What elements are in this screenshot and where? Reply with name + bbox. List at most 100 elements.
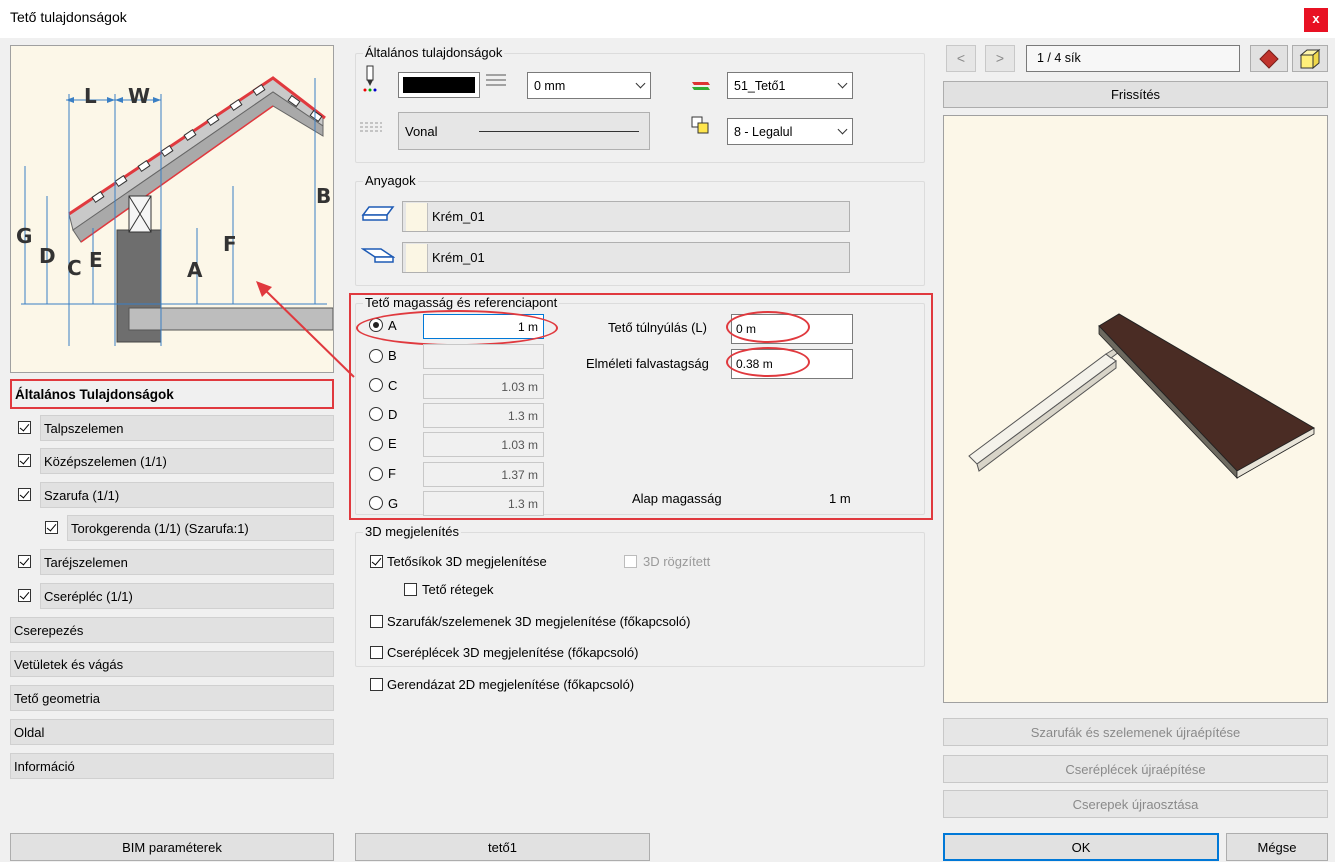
nav-check-kozepszelemen[interactable]	[18, 454, 31, 470]
radio-d-control[interactable]	[369, 407, 383, 421]
fixed-3d-checkbox[interactable]	[624, 555, 637, 571]
checkbox-tarejszelemen[interactable]	[18, 555, 31, 568]
color-swatch	[403, 77, 475, 93]
next-plane-button[interactable]: >	[985, 45, 1015, 72]
checkbox-kozepszelemen[interactable]	[18, 454, 31, 467]
height-f-input[interactable]: 1.37 m	[423, 462, 544, 487]
nav-item-tarejszelemen[interactable]: Taréjszelemen	[40, 549, 334, 575]
radio-c[interactable]	[369, 378, 383, 395]
fixed-3d-label: 3D rögzített	[643, 554, 711, 569]
battens-3d-checkbox[interactable]	[370, 646, 383, 662]
radio-b-control[interactable]	[369, 349, 383, 363]
nav-item-kozepszelemen[interactable]: Középszelemen (1/1)	[40, 448, 334, 474]
nav-check-torokgerenda[interactable]	[45, 521, 58, 537]
height-c-input[interactable]: 1.03 m	[423, 374, 544, 399]
nav-check-szarufa[interactable]	[18, 488, 31, 504]
radio-c-control[interactable]	[369, 378, 383, 392]
bim-parameters-button[interactable]: BIM paraméterek	[10, 833, 334, 861]
height-g-input[interactable]: 1.3 m	[423, 491, 544, 516]
fixed-3d-check[interactable]	[624, 555, 637, 568]
beams-2d-check[interactable]	[370, 678, 383, 691]
radio-e-control[interactable]	[369, 437, 383, 451]
rafters-3d-checkbox[interactable]	[370, 615, 383, 631]
nav-check-cserepléc[interactable]	[18, 589, 31, 605]
top-material-field[interactable]: Krém_01	[402, 201, 850, 232]
cube-icon	[1299, 48, 1321, 69]
line-thickness-select[interactable]: 0 mm	[527, 72, 651, 99]
line-thickness-value: 0 mm	[534, 78, 566, 93]
height-d-input[interactable]: 1.3 m	[423, 403, 544, 428]
radio-f[interactable]	[369, 467, 383, 484]
line-type-selector[interactable]: Vonal	[398, 112, 650, 150]
nav-item-vetuletek[interactable]: Vetületek és vágás	[10, 651, 334, 677]
overhang-label: Tető túlnyúlás (L)	[608, 320, 707, 335]
nav-item-szarufa[interactable]: Szarufa (1/1)	[40, 482, 334, 508]
top-material-name: Krém_01	[432, 209, 485, 224]
battens-3d-check[interactable]	[370, 646, 383, 659]
layer-icon	[692, 82, 710, 90]
diagram-label-a: A	[187, 258, 203, 282]
close-button[interactable]: x	[1304, 8, 1328, 32]
radio-e[interactable]	[369, 437, 383, 454]
ok-button[interactable]: OK	[943, 833, 1219, 861]
checkbox-szarufa[interactable]	[18, 488, 31, 501]
view-3d-button[interactable]	[1292, 45, 1328, 72]
height-reference-title: Tető magasság és referenciapont	[363, 295, 560, 310]
radio-g[interactable]	[369, 496, 383, 513]
roof-3d-preview	[943, 115, 1328, 703]
nav-item-informacio[interactable]: Információ	[10, 753, 334, 779]
roof-layers-check[interactable]	[404, 583, 417, 596]
cancel-button[interactable]: Mégse	[1226, 833, 1328, 861]
nav-item-torokgerenda[interactable]: Torokgerenda (1/1) (Szarufa:1)	[67, 515, 334, 541]
element-name-button[interactable]: tető1	[355, 833, 650, 861]
base-height-label: Alap magasság	[632, 491, 722, 506]
beams-2d-checkbox[interactable]	[370, 678, 383, 694]
radio-g-control[interactable]	[369, 496, 383, 510]
line-type-label: Vonal	[405, 124, 438, 139]
roof-planes-3d-check[interactable]	[370, 555, 383, 568]
wall-thickness-label: Elméleti falvastagság	[586, 356, 709, 371]
checkbox-talpszelemen[interactable]	[18, 421, 31, 434]
roof-planes-3d-checkbox[interactable]	[370, 555, 383, 571]
chevron-down-icon	[635, 78, 646, 89]
display-3d-title: 3D megjelenítés	[363, 524, 461, 539]
nav-item-talpszelemen[interactable]: Talpszelemen	[40, 415, 334, 441]
nav-item-cserepléc[interactable]: Cserépléc (1/1)	[40, 583, 334, 609]
nav-check-talpszelemen[interactable]	[18, 421, 31, 437]
rafters-3d-check[interactable]	[370, 615, 383, 628]
nav-item-cserepezes[interactable]: Cserepezés	[10, 617, 334, 643]
height-b-input[interactable]	[423, 344, 544, 369]
bottom-material-name: Krém_01	[432, 250, 485, 265]
nav-check-tarejszelemen[interactable]	[18, 555, 31, 571]
redistribute-tiles-button[interactable]: Cserepek újraosztása	[943, 790, 1328, 818]
diagram-label-c: C	[67, 256, 82, 280]
bottom-material-field[interactable]: Krém_01	[402, 242, 850, 273]
radio-f-control[interactable]	[369, 467, 383, 481]
radio-b[interactable]	[369, 349, 383, 366]
diagram-label-d: D	[39, 244, 56, 268]
draw-order-value: 8 - Legalul	[734, 124, 793, 139]
radio-d[interactable]	[369, 407, 383, 424]
highlight-ellipse-a	[356, 310, 558, 346]
bottom-surface-icon	[361, 248, 395, 263]
nav-general-properties[interactable]: Általános Tulajdonságok	[10, 379, 334, 409]
nav-item-teto-geometria[interactable]: Tető geometria	[10, 685, 334, 711]
line-width-icon	[486, 74, 506, 86]
plane-counter: 1 / 4 sík	[1026, 45, 1240, 72]
draw-order-icon	[691, 116, 709, 134]
material-button[interactable]	[1250, 45, 1288, 72]
prev-plane-button[interactable]: <	[946, 45, 976, 72]
draw-order-select[interactable]: 8 - Legalul	[727, 118, 853, 145]
checkbox-torokgerenda[interactable]	[45, 521, 58, 534]
refresh-button[interactable]: Frissítés	[943, 81, 1328, 108]
roof-layers-checkbox[interactable]	[404, 583, 417, 599]
rebuild-battens-button[interactable]: Cseréplécek újraépítése	[943, 755, 1328, 783]
height-e-input[interactable]: 1.03 m	[423, 432, 544, 457]
color-picker[interactable]	[398, 72, 480, 98]
checkbox-cserepléc[interactable]	[18, 589, 31, 602]
chevron-down-icon	[837, 78, 848, 89]
highlight-ellipse-overhang	[726, 311, 810, 343]
rebuild-rafters-button[interactable]: Szarufák és szelemenek újraépítése	[943, 718, 1328, 746]
layer-select[interactable]: 51_Tető1	[727, 72, 853, 99]
nav-item-oldal[interactable]: Oldal	[10, 719, 334, 745]
